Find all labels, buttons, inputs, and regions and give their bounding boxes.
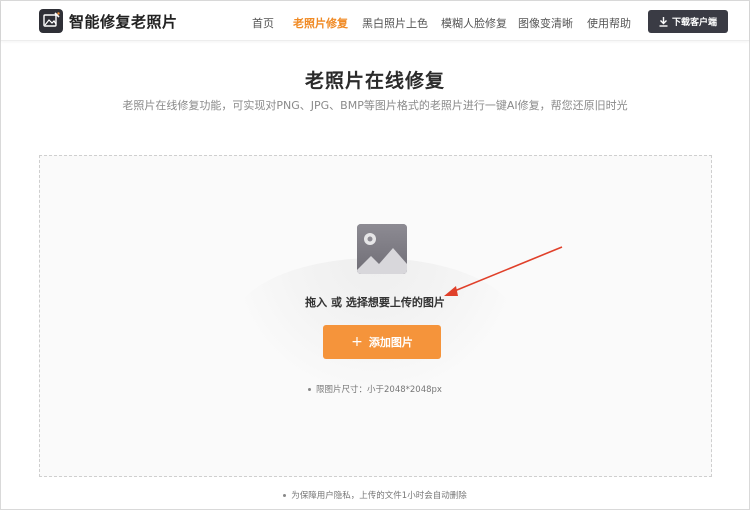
upload-prompt: 拖入 或 选择想要上传的图片 — [305, 296, 445, 309]
nav-help[interactable]: 使用帮助 — [587, 15, 631, 31]
nav-home[interactable]: 首页 — [252, 15, 274, 31]
download-client-label: 下载客户端 — [671, 18, 717, 28]
nav-sharpen[interactable]: 图像变清晰 — [518, 15, 573, 31]
page-subtitle: 老照片在线修复功能，可实现对PNG、JPG、BMP等图片格式的老照片进行一键AI… — [122, 99, 628, 112]
bullet-icon — [283, 494, 287, 497]
privacy-note: 为保障用户隐私，上传的文件1小时会自动删除 — [0, 489, 750, 501]
brand-name[interactable]: 智能修复老照片 — [69, 11, 178, 32]
plus-icon: + — [351, 334, 363, 350]
page-title: 老照片在线修复 — [304, 70, 445, 92]
nav-colorize[interactable]: 黑白照片上色 — [362, 15, 428, 31]
size-limit-text: 限图片尺寸：小于2048*2048px — [316, 385, 442, 395]
add-image-button[interactable]: + 添加图片 — [323, 325, 441, 359]
top-header: 智能修复老照片 首页 老照片修复 黑白照片上色 模糊人脸修复 图像变清晰 使用帮… — [1, 1, 749, 41]
image-placeholder-icon — [357, 224, 407, 274]
privacy-text: 为保障用户隐私，上传的文件1小时会自动删除 — [291, 491, 467, 501]
bullet-icon — [308, 388, 312, 391]
download-client-button[interactable]: 下载客户端 — [648, 10, 728, 33]
add-image-label: 添加图片 — [368, 336, 413, 349]
photo-magic-icon[interactable] — [39, 9, 63, 33]
download-icon — [659, 16, 668, 27]
nav-old-photo-repair[interactable]: 老照片修复 — [293, 15, 348, 31]
nav-face-repair[interactable]: 模糊人脸修复 — [441, 15, 507, 31]
size-limit-note: 限图片尺寸：小于2048*2048px — [0, 383, 750, 395]
